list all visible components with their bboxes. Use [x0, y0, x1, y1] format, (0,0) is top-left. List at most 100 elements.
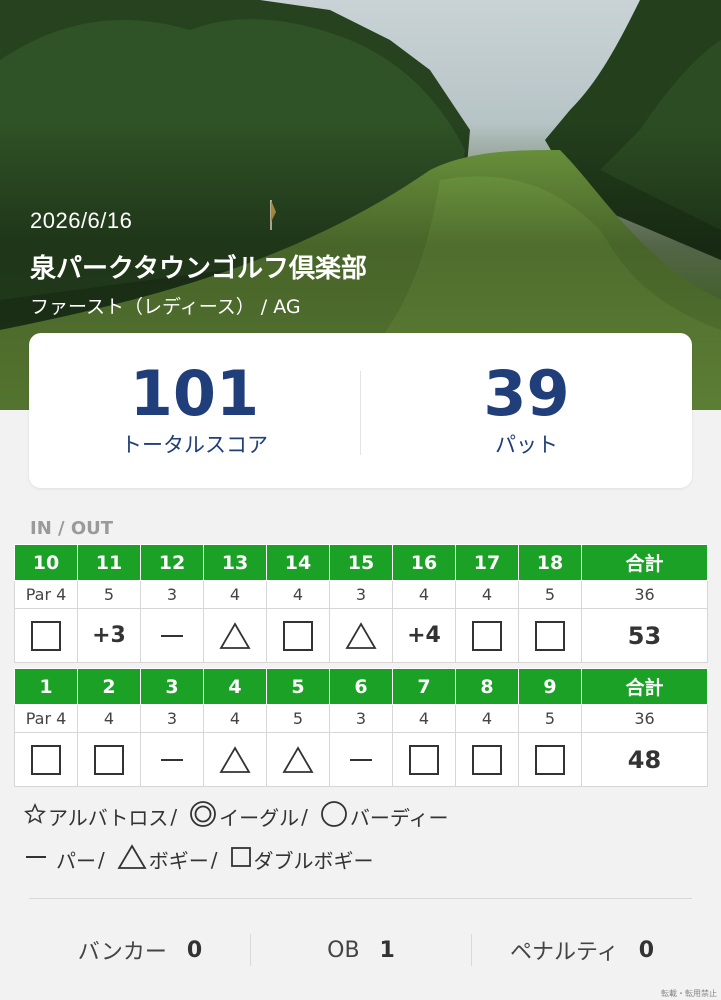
double-circle-icon	[189, 800, 217, 833]
double-bogey-square-icon	[535, 620, 565, 651]
par-dash-icon	[161, 635, 183, 637]
bogey-triangle-icon	[219, 745, 251, 774]
hole-score-cell	[14, 732, 78, 787]
hole-number-row: 1 2 3 4 5 6 7 8 9 合計	[14, 668, 708, 705]
score-row: +3 +4 53	[14, 608, 708, 663]
hole-number-cell: 17	[455, 544, 519, 581]
hole-number-cell: 14	[266, 544, 330, 581]
hole-number-cell: 8	[455, 668, 519, 705]
hole-number-cell: 9	[518, 668, 582, 705]
hole-number-cell: 7	[392, 668, 456, 705]
hole-number-cell: 13	[203, 544, 267, 581]
par-cell: 4	[455, 580, 519, 609]
legend-separator: /	[301, 804, 308, 829]
hole-number-cell: 10	[14, 544, 78, 581]
par-cell: 5	[266, 704, 330, 733]
square-icon	[230, 846, 252, 873]
copyright-notice: 転載・転用禁止	[661, 989, 717, 998]
par-cell: 36	[581, 580, 708, 609]
legend-double-bogey: ダブルボギー	[230, 845, 374, 874]
par-cell: 4	[392, 704, 456, 733]
hole-score-cell	[518, 608, 582, 663]
legend-albatross: アルバトロス /	[24, 802, 181, 831]
putts-value: 39	[483, 357, 570, 430]
hole-number-cell: 15	[329, 544, 393, 581]
double-bogey-square-icon	[409, 744, 439, 775]
ob-stat: OB 1	[251, 930, 471, 970]
scorecard-in: 10 11 12 13 14 15 16 17 18 合計 Par 4 5 3 4 4 3 4 4 5 36 +3 +4 5…	[14, 544, 708, 663]
hole-score-cell: +4	[392, 608, 456, 663]
penalty-value: 0	[638, 937, 654, 963]
bogey-triangle-icon	[345, 621, 377, 650]
par-row: Par 4 4 3 4 5 3 4 4 5 36	[14, 704, 708, 733]
par-cell: 4	[266, 580, 330, 609]
hole-number-cell: 合計	[581, 544, 708, 581]
hole-number-row: 10 11 12 13 14 15 16 17 18 合計	[14, 544, 708, 581]
total-score-block: 101 トータルスコア	[29, 333, 360, 488]
total-score-value: 101	[129, 357, 260, 430]
legend-albatross-label: アルバトロス	[48, 806, 169, 830]
par-row: Par 4 5 3 4 4 3 4 4 5 36	[14, 580, 708, 609]
par-dash-icon	[161, 759, 183, 761]
hole-score-cell: +3	[77, 608, 141, 663]
hole-number-cell: 11	[77, 544, 141, 581]
hole-number-cell: 18	[518, 544, 582, 581]
dash-icon	[24, 846, 48, 873]
hole-score-cell	[140, 732, 204, 787]
tee-info: ファースト（レディース） / AG	[30, 296, 301, 318]
hole-score-cell	[329, 608, 393, 663]
par-cell: 5	[518, 580, 582, 609]
bunker-value: 0	[186, 937, 203, 963]
double-bogey-square-icon	[472, 620, 502, 651]
double-bogey-square-icon	[283, 620, 313, 651]
ob-value: 1	[379, 937, 395, 963]
ob-label: OB	[327, 937, 360, 963]
legend-eagle-label: イーグル	[219, 806, 300, 830]
total-score-cell: 53	[581, 608, 708, 663]
legend-eagle: イーグル /	[189, 800, 312, 833]
par-cell: Par 4	[14, 580, 78, 609]
hole-number-cell: 1	[14, 668, 78, 705]
triangle-icon	[117, 844, 147, 875]
hole-number-cell: 5	[266, 668, 330, 705]
hole-number-cell: 16	[392, 544, 456, 581]
par-cell: 3	[329, 704, 393, 733]
legend-line-1: アルバトロス / イーグル / バーディー	[24, 800, 457, 833]
par-cell: 3	[140, 580, 204, 609]
legend-par: パー /	[24, 845, 109, 874]
round-date: 2026/6/16	[30, 208, 133, 233]
total-score-cell: 48	[581, 732, 708, 787]
par-cell: 3	[140, 704, 204, 733]
penalty-stat: ペナルティ 0	[472, 930, 692, 970]
double-bogey-square-icon	[31, 744, 61, 775]
putts-block: 39 パット	[361, 333, 692, 488]
hole-score-cell	[203, 608, 267, 663]
par-cell: 4	[77, 704, 141, 733]
legend-bogey: ボギー /	[117, 844, 222, 875]
hole-score-cell	[77, 732, 141, 787]
bunker-label: バンカー	[77, 940, 167, 965]
legend-birdie: バーディー	[320, 800, 449, 833]
par-cell: Par 4	[14, 704, 78, 733]
hole-number-cell: 2	[77, 668, 141, 705]
par-cell: 4	[203, 704, 267, 733]
legend-bogey-label: ボギー	[148, 849, 209, 873]
double-bogey-square-icon	[31, 620, 61, 651]
legend-double-bogey-label: ダブルボギー	[253, 849, 374, 873]
hole-score-cell	[392, 732, 456, 787]
bogey-triangle-icon	[219, 621, 251, 650]
double-bogey-square-icon	[535, 744, 565, 775]
hole-score-cell	[518, 732, 582, 787]
legend-separator: /	[98, 847, 105, 872]
par-cell: 3	[329, 580, 393, 609]
hole-score-cell	[14, 608, 78, 663]
section-label: IN / OUT	[30, 518, 114, 539]
score-summary-card: 101 トータルスコア 39 パット	[29, 333, 692, 488]
hole-number-cell: 4	[203, 668, 267, 705]
scorecard-out: 1 2 3 4 5 6 7 8 9 合計 Par 4 4 3 4 5 3 4 4 5 36 48	[14, 668, 708, 787]
penalty-label: ペナルティ	[510, 940, 619, 965]
double-bogey-square-icon	[472, 744, 502, 775]
putts-label: パット	[495, 433, 558, 457]
par-cell: 5	[518, 704, 582, 733]
par-cell: 36	[581, 704, 708, 733]
